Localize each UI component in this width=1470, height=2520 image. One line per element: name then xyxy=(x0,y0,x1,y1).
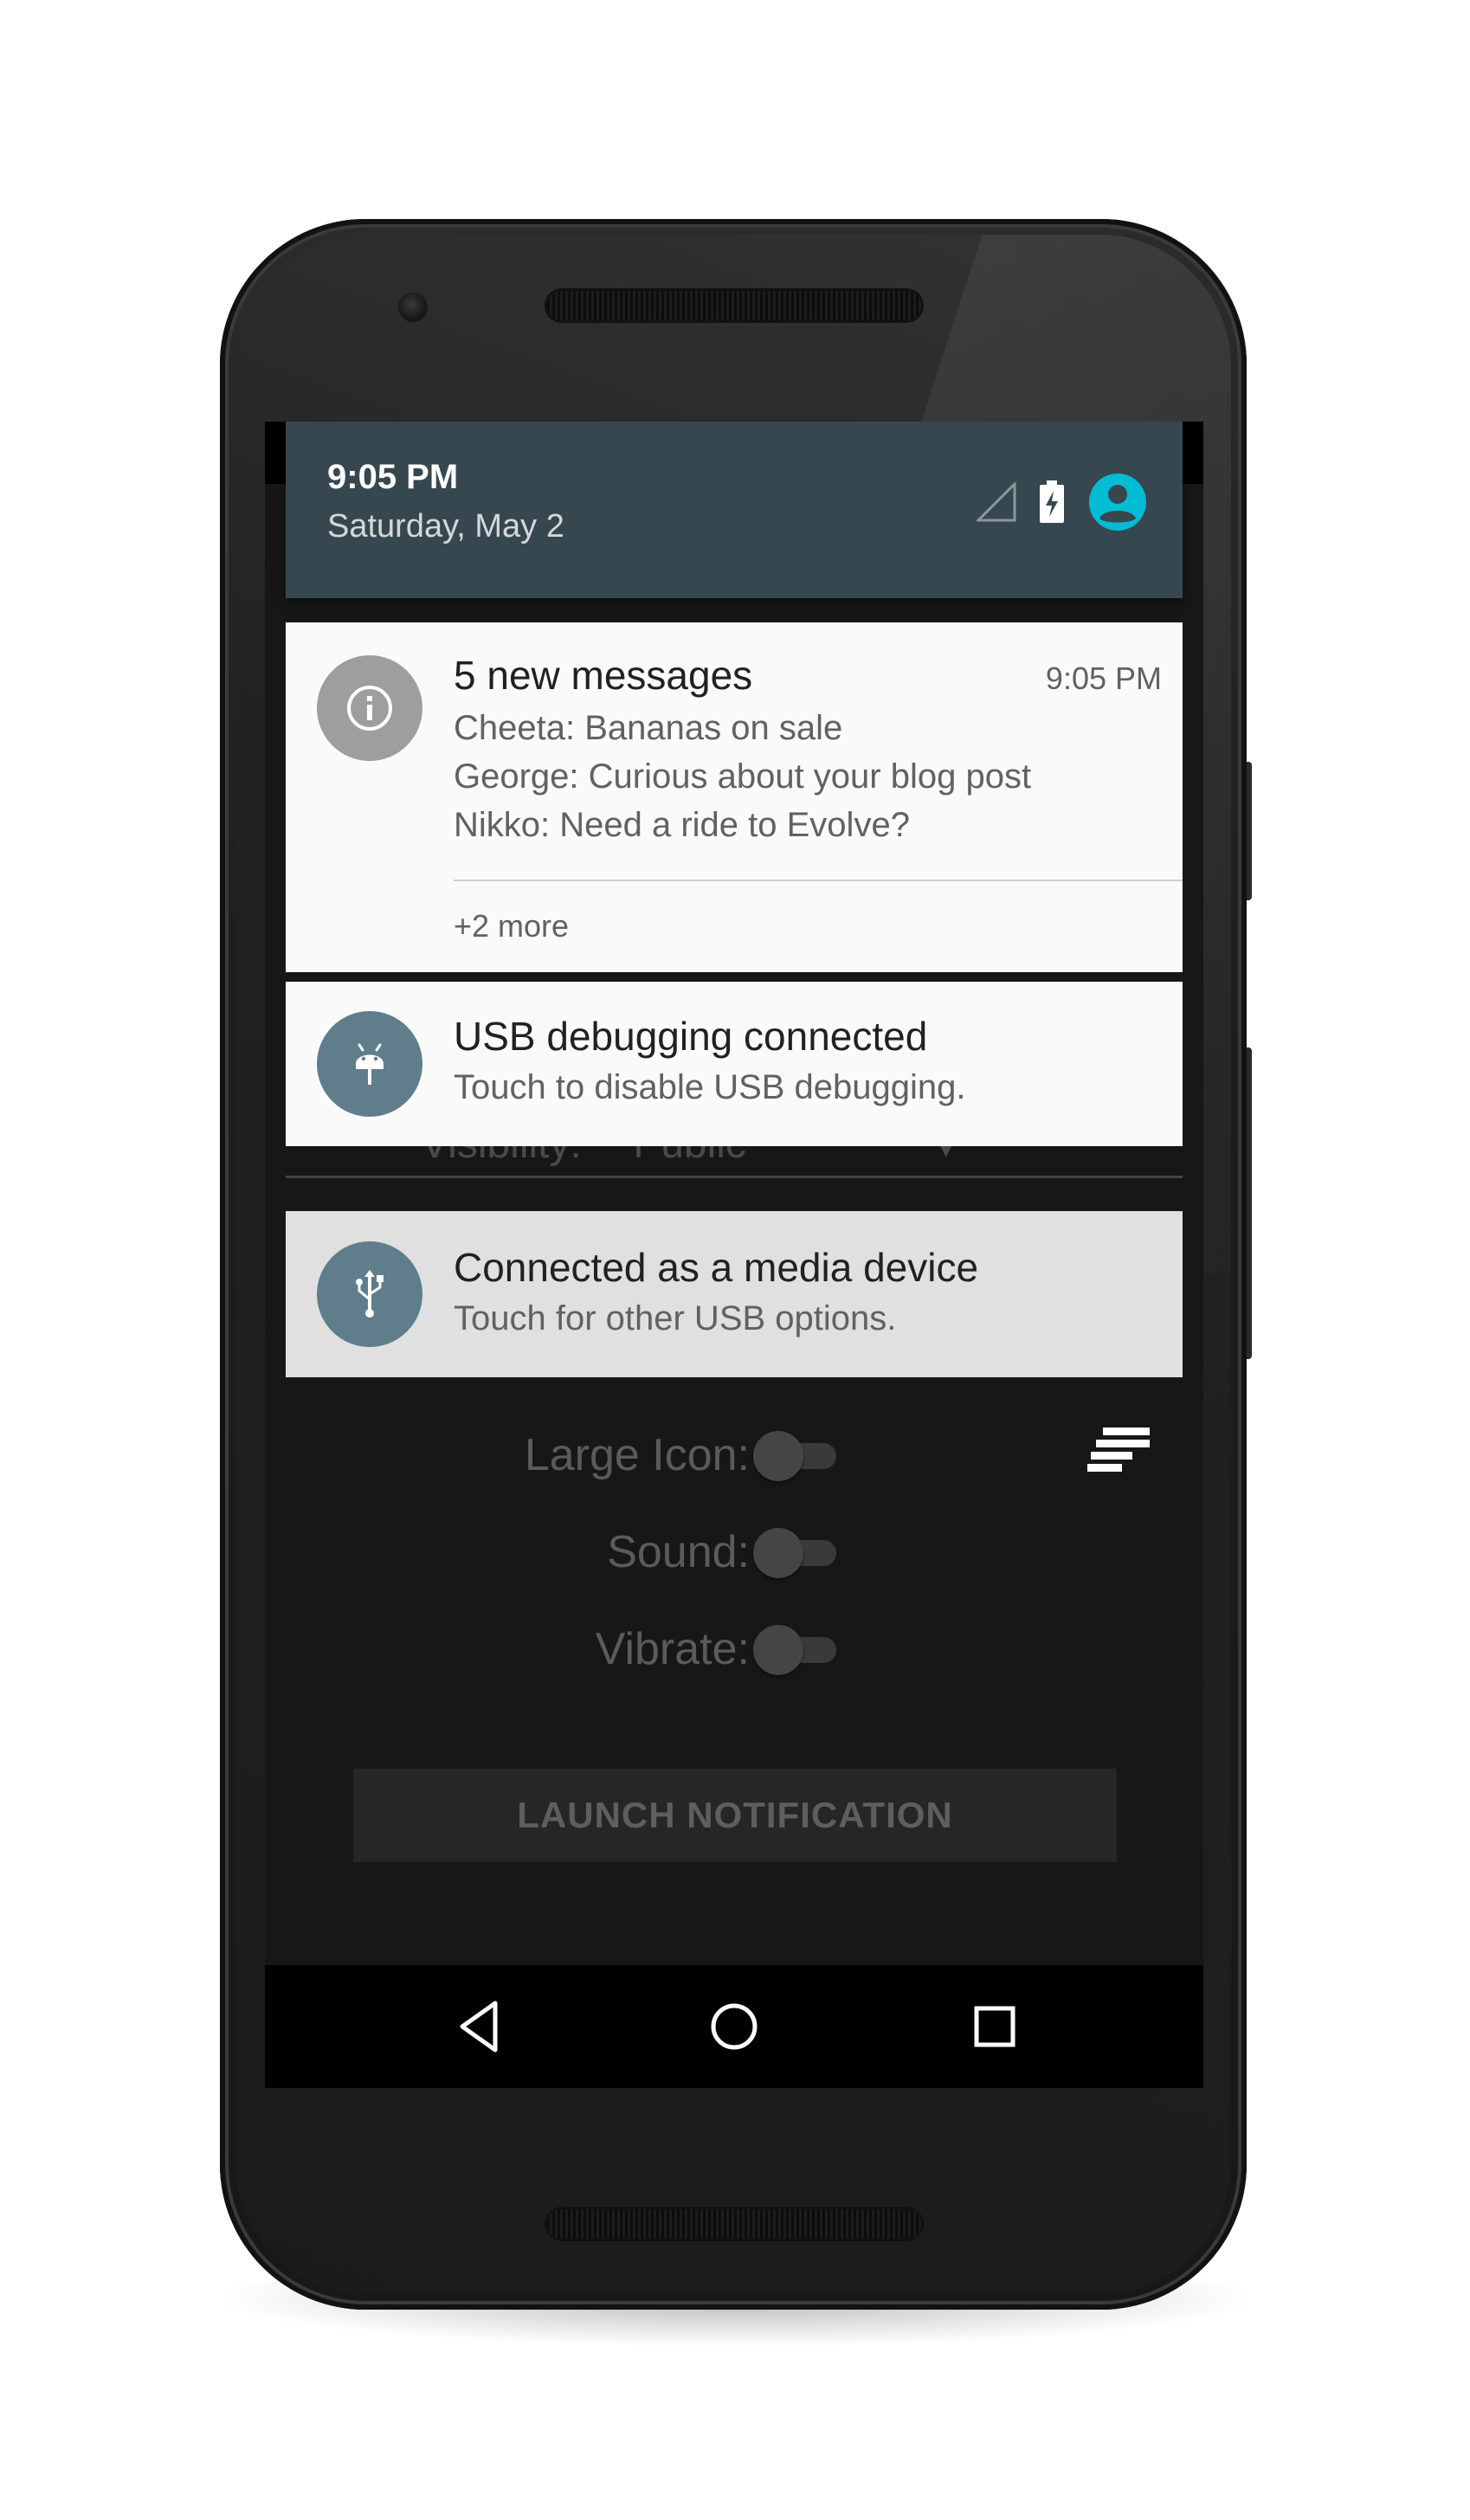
more-count: +2 more xyxy=(454,908,570,944)
quick-settings-header[interactable]: 9:05 PM Saturday, May 2 xyxy=(286,422,1183,598)
bottom-speaker xyxy=(547,2209,921,2239)
account-icon[interactable] xyxy=(1087,472,1148,532)
visibility-divider xyxy=(286,1176,1183,1178)
header-icons xyxy=(977,472,1148,532)
sound-label: Sound: xyxy=(607,1527,750,1577)
notification-usb-debugging[interactable]: USB debugging connected Touch to disable… xyxy=(286,982,1183,1146)
home-icon[interactable] xyxy=(704,1996,764,2057)
back-icon[interactable] xyxy=(452,1996,513,2057)
front-camera xyxy=(398,293,428,322)
notification-messages[interactable]: 5 new messages 9:05 PM Cheeta: Bananas o… xyxy=(286,622,1183,972)
switch-thumb xyxy=(753,1625,803,1675)
recents-icon[interactable] xyxy=(964,1996,1025,2057)
battery-charging-icon xyxy=(1040,480,1064,523)
info-icon xyxy=(317,655,422,761)
android-icon xyxy=(317,1011,422,1117)
top-speaker xyxy=(547,291,921,320)
notification-text: Touch to disable USB debugging. xyxy=(454,1068,966,1106)
switch-thumb xyxy=(753,1431,803,1481)
screen: Visibility: Public ▾ Large Icon: Sound: … xyxy=(265,422,1203,2088)
vibrate-label: Vibrate: xyxy=(595,1624,750,1674)
notification-time: 9:05 PM xyxy=(1045,661,1162,696)
launch-notification-button[interactable]: LAUNCH NOTIFICATION xyxy=(353,1769,1117,1862)
date-text: Saturday, May 2 xyxy=(327,508,564,545)
large-icon-switch[interactable] xyxy=(753,1431,836,1481)
navigation-bar xyxy=(265,1965,1203,2088)
notification-title: 5 new messages xyxy=(454,653,753,698)
notification-title: Connected as a media device xyxy=(454,1245,979,1290)
clock-time: 9:05 PM xyxy=(327,458,459,496)
notification-media-device[interactable]: Connected as a media device Touch for ot… xyxy=(286,1211,1183,1377)
usb-icon xyxy=(317,1241,422,1347)
notification-divider xyxy=(454,880,1183,881)
sound-switch[interactable] xyxy=(753,1528,836,1578)
message-line: Cheeta: Bananas on sale xyxy=(454,709,843,747)
signal-icon xyxy=(977,482,1016,522)
device-mockup: Visibility: Public ▾ Large Icon: Sound: … xyxy=(0,0,1470,2520)
switch-thumb xyxy=(753,1528,803,1578)
list-lines-icon[interactable] xyxy=(1087,1426,1150,1474)
vibrate-switch[interactable] xyxy=(753,1625,836,1675)
notification-title: USB debugging connected xyxy=(454,1014,928,1059)
large-icon-label: Large Icon: xyxy=(524,1430,750,1480)
message-line: Nikko: Need a ride to Evolve? xyxy=(454,806,910,844)
message-line: George: Curious about your blog post xyxy=(454,757,1032,796)
notification-text: Touch for other USB options. xyxy=(454,1299,897,1337)
